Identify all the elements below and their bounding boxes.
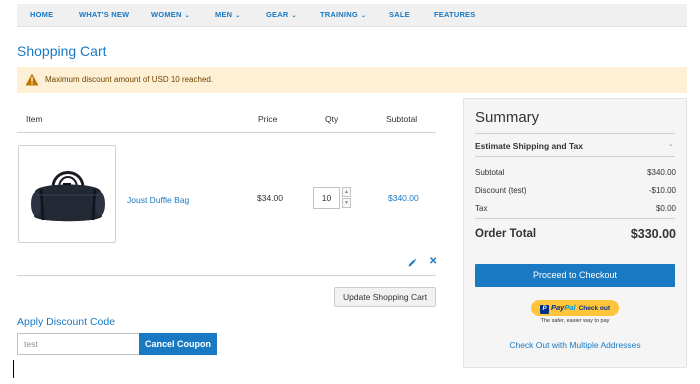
row-divider xyxy=(17,275,436,276)
duffle-bag-image xyxy=(31,171,105,222)
chevron-down-icon[interactable]: ⌄ xyxy=(668,140,674,148)
subtotal-label: Subtotal xyxy=(475,168,505,177)
qty-increment-icon[interactable]: ▲ xyxy=(342,187,351,197)
chevron-down-icon: ⌄ xyxy=(360,13,367,19)
order-total-value: $330.00 xyxy=(630,227,676,241)
estimate-shipping-toggle[interactable]: Estimate Shipping and Tax xyxy=(475,141,583,151)
paypal-logo-text: Pal xyxy=(564,303,576,312)
item-price: $34.00 xyxy=(257,193,283,203)
notice-message: Maximum discount amount of USD 10 reache… xyxy=(45,75,214,84)
top-navigation: HOME WHAT'S NEW WOMEN ⌄ MEN ⌄ GEAR ⌄ TRAINI… xyxy=(17,4,687,27)
nav-label: TRAINING xyxy=(320,10,358,19)
nav-item-features[interactable]: FEATURES xyxy=(434,10,475,19)
multiple-addresses-link[interactable]: Check Out with Multiple Addresses xyxy=(475,340,675,350)
column-header-subtotal: Subtotal xyxy=(386,114,418,124)
nav-item-gear[interactable]: GEAR ⌄ xyxy=(266,10,297,19)
column-header-price: Price xyxy=(258,114,278,124)
nav-label: FEATURES xyxy=(434,10,476,19)
remove-item-icon[interactable]: ✕ xyxy=(429,257,437,267)
nav-item-men[interactable]: MEN ⌄ xyxy=(215,10,241,19)
discount-value: -$10.00 xyxy=(648,186,676,195)
chevron-down-icon: ⌄ xyxy=(291,13,297,19)
nav-item-whats-new[interactable]: WHAT'S NEW xyxy=(79,10,129,19)
nav-item-women[interactable]: WOMEN ⌄ xyxy=(151,10,190,19)
tax-label: Tax xyxy=(475,204,488,213)
pencil-edit-icon[interactable] xyxy=(407,258,417,268)
nav-item-sale[interactable]: SALE xyxy=(389,10,410,19)
paypal-checkout-text: Check out xyxy=(578,305,611,312)
nav-item-training[interactable]: TRAINING ⌄ xyxy=(320,10,366,19)
summary-divider xyxy=(475,156,675,157)
column-header-qty: Qty xyxy=(325,114,339,124)
summary-divider xyxy=(475,218,675,219)
tax-value: $0.00 xyxy=(655,204,676,213)
product-thumbnail[interactable] xyxy=(18,145,116,243)
nav-label: MEN xyxy=(215,10,233,19)
page-title: Shopping Cart xyxy=(17,43,107,59)
chevron-down-icon: ⌄ xyxy=(235,13,241,19)
quantity-input[interactable]: 10 xyxy=(313,187,340,209)
paypal-logo-text: Pay xyxy=(550,303,565,312)
summary-divider xyxy=(475,133,675,134)
qty-decrement-icon[interactable]: ▼ xyxy=(342,198,351,208)
warning-icon xyxy=(25,73,39,86)
chevron-down-icon: ⌄ xyxy=(184,13,190,19)
summary-title: Summary xyxy=(475,109,540,126)
discount-label: Discount (test) xyxy=(475,186,527,195)
subtotal-value: $340.00 xyxy=(647,168,676,177)
discount-limit-notice: Maximum discount amount of USD 10 reache… xyxy=(17,67,687,93)
nav-item-home[interactable]: HOME xyxy=(30,10,53,19)
apply-discount-toggle[interactable]: Apply Discount Code xyxy=(17,316,115,328)
nav-label: WHAT'S NEW xyxy=(79,10,130,19)
nav-label: WOMEN xyxy=(151,10,182,19)
paypal-checkout-button[interactable]: P PayPal Check out xyxy=(531,300,619,316)
nav-label: SALE xyxy=(389,10,410,19)
header-divider xyxy=(17,132,436,133)
column-header-item: Item xyxy=(26,114,43,124)
update-shopping-cart-button[interactable]: Update Shopping Cart xyxy=(334,287,436,307)
text-cursor xyxy=(13,360,14,378)
order-total-label: Order Total xyxy=(475,228,537,240)
discount-code-input[interactable]: test xyxy=(17,333,139,355)
paypal-tagline: The safer, easier way to pay xyxy=(540,318,610,324)
cancel-coupon-button[interactable]: Cancel Coupon xyxy=(139,333,217,355)
nav-label: GEAR xyxy=(266,10,289,19)
paypal-logo-icon: P xyxy=(539,305,549,314)
proceed-to-checkout-button[interactable]: Proceed to Checkout xyxy=(475,264,675,287)
product-name-link[interactable]: Joust Duffle Bag xyxy=(127,195,189,205)
item-subtotal: $340.00 xyxy=(388,193,419,203)
nav-label: HOME xyxy=(30,10,54,19)
